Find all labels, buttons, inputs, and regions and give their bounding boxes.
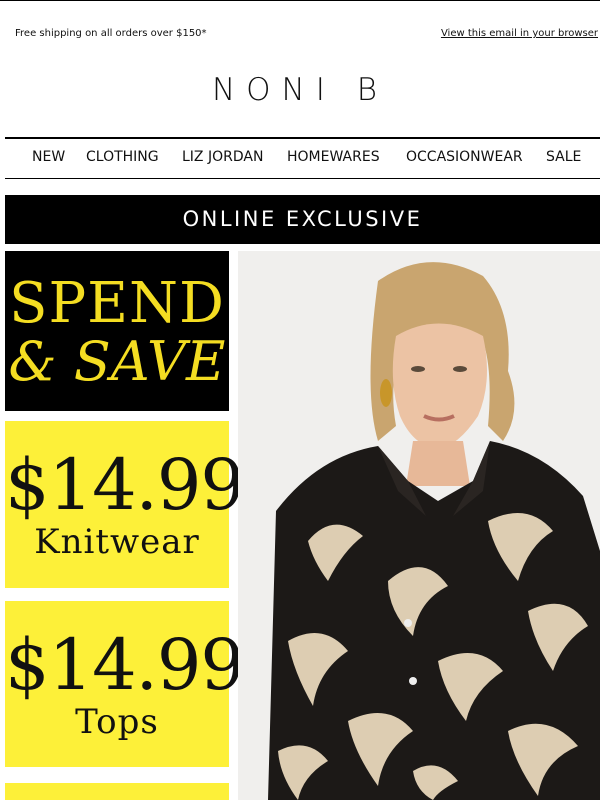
nav-top-divider <box>5 137 600 139</box>
next-offer-tile[interactable] <box>5 783 229 800</box>
nav-bottom-divider <box>5 178 600 179</box>
nav-item-sale[interactable]: SALE <box>546 149 581 165</box>
knitwear-price: $14.99* <box>5 447 250 523</box>
save-heading: & SAVE <box>8 330 226 393</box>
top-bar: Free shipping on all orders over $150* V… <box>0 28 600 44</box>
knitwear-label: Knitwear <box>34 522 200 562</box>
view-in-browser-link[interactable]: View this email in your browser <box>441 28 598 39</box>
tops-offer-tile[interactable]: $14.99* Tops <box>5 601 250 767</box>
nav-item-homewares[interactable]: HOMEWARES <box>287 149 380 165</box>
spend-and-save-tile[interactable]: SPEND & SAVE <box>5 251 229 411</box>
top-border <box>0 0 600 1</box>
main-nav: NEW CLOTHING LIZ JORDAN HOMEWARES OCCASI… <box>0 149 600 167</box>
nav-item-occasionwear[interactable]: OCCASIONWEAR <box>406 149 523 165</box>
model-photo[interactable] <box>238 251 600 800</box>
brand-logo[interactable]: NONI B <box>0 72 600 108</box>
nav-item-new[interactable]: NEW <box>32 149 65 165</box>
nav-item-liz-jordan[interactable]: LIZ JORDAN <box>182 149 263 165</box>
model-illustration <box>268 262 600 800</box>
online-exclusive-banner[interactable]: ONLINE EXCLUSIVE <box>5 195 600 244</box>
shipping-notice: Free shipping on all orders over $150* <box>15 28 207 39</box>
knitwear-offer-tile[interactable]: $14.99* Knitwear <box>5 421 250 588</box>
spend-heading: SPEND <box>9 271 225 336</box>
tops-price: $14.99* <box>5 627 250 703</box>
tops-label: Tops <box>75 702 159 742</box>
nav-item-clothing[interactable]: CLOTHING <box>86 149 159 165</box>
